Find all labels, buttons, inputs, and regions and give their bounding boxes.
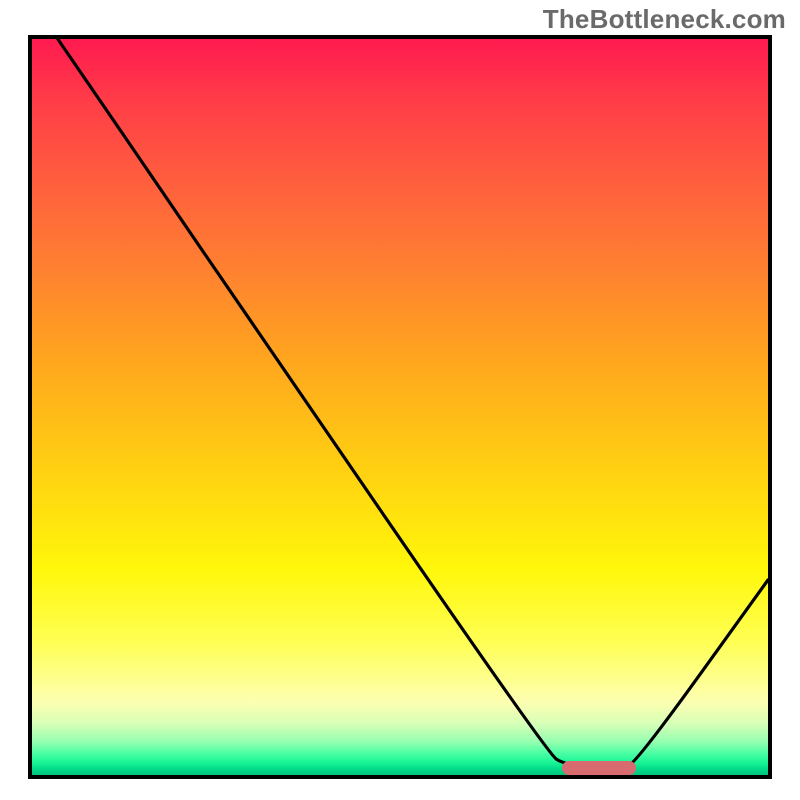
curve-layer <box>32 39 768 775</box>
watermark-label: TheBottleneck.com <box>543 4 786 35</box>
optimum-marker <box>562 761 636 775</box>
bottleneck-curve <box>58 39 768 767</box>
chart-container: TheBottleneck.com <box>0 0 800 800</box>
plot-frame <box>28 35 772 779</box>
